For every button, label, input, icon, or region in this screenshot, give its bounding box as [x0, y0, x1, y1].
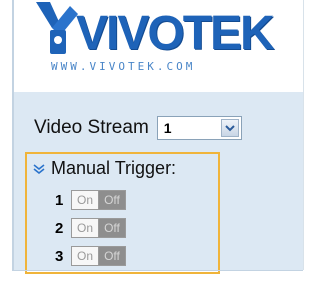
trigger-off-button[interactable]: Off: [99, 219, 125, 237]
vivotek-web-ui: VIVOTEK WWW.VIVOTEK.COM Video Stream 1 M…: [0, 0, 304, 287]
manual-trigger-header[interactable]: Manual Trigger:: [33, 158, 176, 179]
trigger-row-1: 1 On Off: [55, 190, 126, 210]
double-chevron-down-icon[interactable]: [33, 163, 45, 174]
panel-divider: [12, 0, 14, 270]
brand-logo: VIVOTEK WWW.VIVOTEK.COM: [34, 0, 294, 84]
dropdown-button[interactable]: [220, 119, 239, 137]
chevron-down-icon: [225, 125, 235, 132]
trigger-toggle: On Off: [71, 190, 126, 210]
trigger-off-button[interactable]: Off: [99, 191, 125, 209]
trigger-toggle: On Off: [71, 218, 126, 238]
manual-trigger-title: Manual Trigger:: [51, 158, 177, 178]
trigger-on-button[interactable]: On: [72, 219, 99, 237]
panel-bottom-border: [12, 270, 303, 271]
brand-name: VIVOTEK: [76, 7, 275, 60]
video-stream-value: 1: [163, 120, 172, 136]
trigger-toggle: On Off: [71, 246, 126, 266]
brand-url: WWW.VIVOTEK.COM: [51, 60, 196, 73]
trigger-number: 1: [55, 191, 64, 209]
video-stream-row: Video Stream 1: [34, 116, 242, 140]
trigger-on-button[interactable]: On: [72, 247, 99, 265]
trigger-off-button[interactable]: Off: [99, 247, 125, 265]
trigger-row-3: 3 On Off: [55, 246, 126, 266]
vivotek-camera-logo-icon: [36, 2, 78, 54]
manual-trigger-panel: Manual Trigger: 1 On Off 2 On Off 3 On O…: [25, 152, 220, 274]
video-stream-label: Video Stream: [34, 117, 149, 138]
trigger-on-button[interactable]: On: [72, 191, 99, 209]
trigger-row-2: 2 On Off: [55, 218, 126, 238]
trigger-number: 2: [55, 219, 64, 237]
video-stream-select[interactable]: 1: [156, 116, 242, 140]
trigger-number: 3: [55, 247, 64, 265]
